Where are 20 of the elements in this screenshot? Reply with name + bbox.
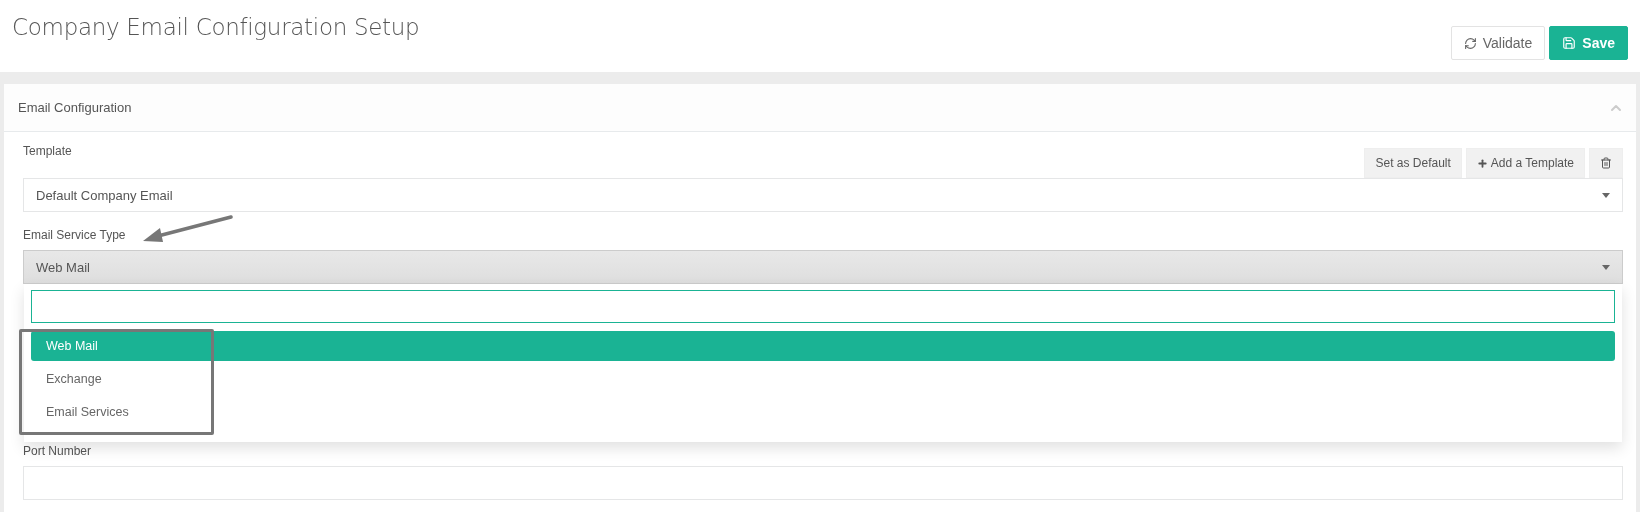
- dropdown-option[interactable]: Exchange: [31, 364, 1615, 394]
- add-template-button[interactable]: Add a Template: [1465, 148, 1585, 178]
- trash-icon: [1600, 157, 1612, 169]
- set-default-button[interactable]: Set as Default: [1364, 148, 1462, 178]
- dropdown-option[interactable]: Email Services: [31, 397, 1615, 427]
- field-label: Port Number: [23, 444, 92, 460]
- search-field[interactable]: [31, 290, 1615, 323]
- save-icon: [1562, 36, 1577, 50]
- field-label: Template: [23, 144, 72, 160]
- panel-title: Email Configuration: [18, 100, 132, 115]
- port-number-field[interactable]: [23, 466, 1623, 500]
- caret-icon: [1602, 264, 1610, 270]
- validate-button[interactable]: Validate: [1450, 26, 1546, 60]
- delete-button[interactable]: [1589, 148, 1623, 178]
- field-label: Email Service Type: [23, 228, 126, 244]
- caret-icon: [1602, 192, 1610, 198]
- page-title: Company Email Configuration Setup: [12, 14, 420, 42]
- plus-icon: [1476, 157, 1488, 169]
- template-select[interactable]: Default Company Email: [23, 178, 1623, 212]
- refresh-icon: [1463, 36, 1477, 50]
